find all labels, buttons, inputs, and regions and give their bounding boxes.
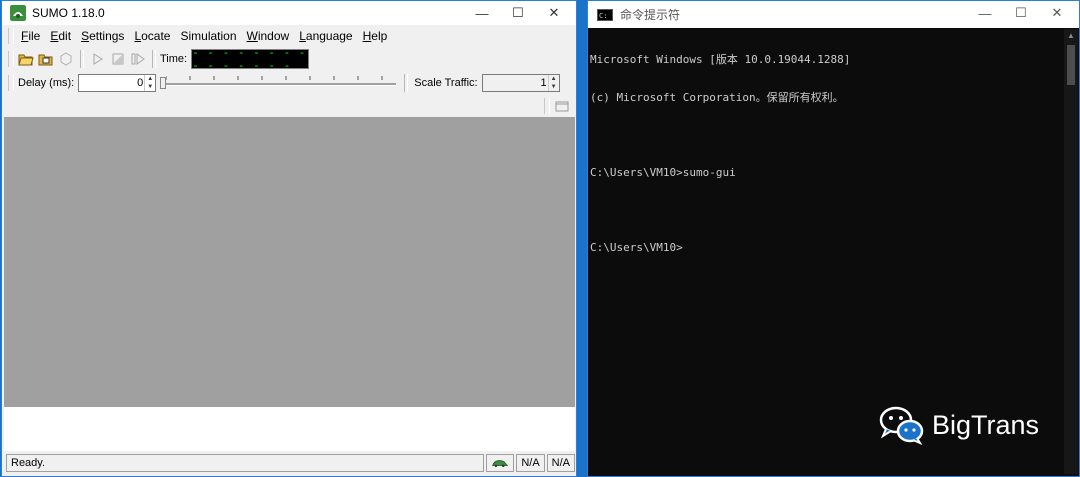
open-folder-icon[interactable] [16,49,36,69]
sumo-window: SUMO 1.18.0 — ☐ ✕ File Edit Settings Loc… [1,0,577,477]
menu-help[interactable]: Help [358,29,393,43]
sumo-app-icon [10,5,26,21]
message-panel [4,407,575,451]
vehicle-icon[interactable] [486,454,515,472]
cmd-window-title: 命令提示符 [620,8,681,22]
cmd-maximize-button[interactable]: ☐ [1003,1,1039,25]
reload-icon [56,49,76,69]
svg-text:C:: C: [599,12,607,20]
scroll-up-icon[interactable]: ▲ [1064,29,1078,43]
watermark: BigTrans [878,405,1039,445]
console-line: (c) Microsoft Corporation。保留所有权利。 [590,90,844,104]
menu-bar: File Edit Settings Locate Simulation Win… [2,25,576,47]
scale-traffic-label: Scale Traffic: [414,77,478,89]
maximize-button[interactable]: ☐ [500,1,536,25]
toolbar-separator [404,74,409,92]
minimize-button[interactable]: — [464,1,500,25]
spinner-arrows-icon[interactable]: ▲ ▼ [144,75,155,91]
delay-slider[interactable] [160,74,397,92]
close-button[interactable]: ✕ [536,1,572,25]
delay-label: Delay (ms): [18,77,75,89]
simulation-canvas[interactable] [4,117,575,407]
step-icon [128,49,148,69]
sumo-titlebar[interactable]: SUMO 1.18.0 — ☐ ✕ [2,1,576,25]
menu-locate[interactable]: Locate [129,29,175,43]
toolbar-grip[interactable] [8,51,14,67]
status-text: Ready. [6,454,485,472]
spinner-arrows-icon[interactable]: ▲ ▼ [547,75,559,91]
delay-toolbar: Delay (ms): 0 ▲ ▼ Scale Traffic: 1 ▲ ▼ [2,71,576,95]
scroll-thumb[interactable] [1067,45,1075,85]
console-line: Microsoft Windows [版本 10.0.19044.1288] [590,53,851,66]
slider-track[interactable] [166,83,397,86]
console-line: ​ [590,204,1063,217]
cmd-minimize-button[interactable]: — [967,1,1003,25]
delay-value: 0 [137,77,144,89]
cmd-app-icon: C: [597,8,613,21]
time-display: - - - - - - - - - - - - - - - [191,49,310,69]
menu-window[interactable]: Window [242,29,295,43]
console-line: ​ [590,129,1063,142]
time-label: Time: [160,53,188,65]
window-title: SUMO 1.18.0 [32,6,105,20]
menu-file[interactable]: File [16,29,45,43]
simulation-toolbar: Time: - - - - - - - - - - - - - - - [2,47,576,71]
open-network-icon[interactable] [36,49,56,69]
status-na-1: N/A [516,454,545,472]
watermark-text: BigTrans [932,409,1040,440]
slider-thumb[interactable] [160,77,167,89]
window-toolbar [2,95,576,117]
toolbar-grip[interactable] [8,28,14,44]
toolbar-separator [152,50,156,68]
stop-icon [108,49,128,69]
delay-spinner[interactable]: 0 ▲ ▼ [78,74,157,92]
console-line: C:\Users\VM10>sumo-gui [590,165,736,179]
cmd-close-button[interactable]: ✕ [1039,1,1075,25]
status-na-2: N/A [546,454,575,472]
menu-edit[interactable]: Edit [45,29,76,43]
status-bar: Ready. N/A N/A [4,451,575,475]
menu-simulation[interactable]: Simulation [175,29,241,43]
toolbar-grip[interactable] [544,98,550,114]
play-icon [88,49,108,69]
menu-settings[interactable]: Settings [76,29,129,43]
toolbar-grip[interactable] [8,75,14,91]
toolbar-separator [80,50,84,68]
console-prompt: C:\Users\VM10> [590,240,683,254]
cmd-scrollbar[interactable]: ▲ [1064,29,1078,474]
menu-language[interactable]: Language [294,29,357,43]
wechat-icon [879,406,924,445]
scale-traffic-spinner[interactable]: 1 ▲ ▼ [481,74,560,92]
scale-traffic-value: 1 [540,77,547,89]
cmd-titlebar[interactable]: C: 命令提示符 — ☐ ✕ [588,1,1079,28]
mdi-window-icon[interactable] [552,96,572,116]
slider-ticks [166,76,383,80]
